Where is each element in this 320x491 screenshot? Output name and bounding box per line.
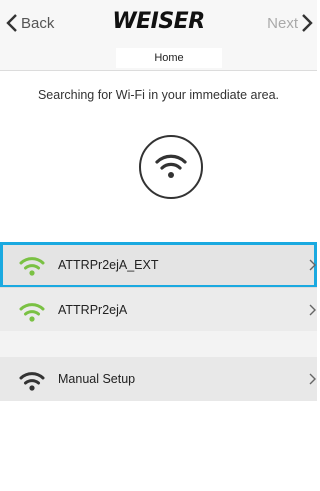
- next-button[interactable]: Next: [267, 12, 313, 34]
- chevron-right-icon: [302, 14, 313, 32]
- network-label: ATTRPr2ejA_EXT: [58, 258, 159, 272]
- next-label: Next: [267, 14, 298, 32]
- section-spacer: [0, 331, 317, 357]
- nav-bar: Back WEISER Next Home: [0, 0, 317, 71]
- wifi-icon: [155, 154, 187, 178]
- wifi-search-indicator: [139, 135, 203, 199]
- chevron-right-icon: [309, 304, 316, 316]
- chevron-right-icon: [309, 259, 316, 271]
- network-label: ATTRPr2ejA: [58, 302, 128, 317]
- breadcrumb-home[interactable]: Home: [116, 48, 222, 68]
- wifi-icon: [19, 303, 45, 322]
- wifi-icon: [19, 257, 45, 276]
- manual-setup-label: Manual Setup: [58, 372, 136, 386]
- network-row-attrpr2eja[interactable]: ATTRPr2ejA: [0, 287, 317, 331]
- chevron-right-icon: [309, 373, 316, 385]
- wifi-icon: [19, 372, 45, 391]
- network-row-attrpr2eja-ext[interactable]: ATTRPr2ejA_EXT: [0, 242, 317, 288]
- search-status-text: Searching for Wi-Fi in your immediate ar…: [37, 88, 280, 102]
- manual-setup-row[interactable]: Manual Setup: [0, 357, 317, 401]
